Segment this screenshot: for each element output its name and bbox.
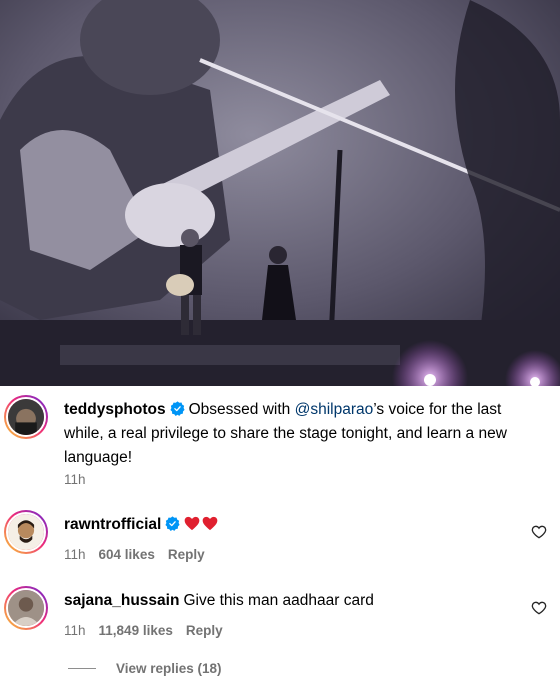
red-heart-emoji-icon [202, 516, 218, 531]
view-replies-button[interactable]: View replies (18) [68, 661, 222, 676]
comment-username[interactable]: rawntrofficial [64, 516, 161, 533]
caption-time: 11h [64, 472, 86, 487]
comment-time: 11h [64, 623, 86, 638]
comment-text: Give this man aadhaar card [183, 592, 374, 609]
comment-likes[interactable]: 11,849 likes [99, 622, 173, 640]
reply-button[interactable]: Reply [168, 546, 205, 564]
caption-text-before: Obsessed with [188, 401, 295, 418]
comment-username[interactable]: sajana_hussain [64, 592, 179, 609]
verified-badge-icon [165, 516, 180, 531]
avatar[interactable] [4, 395, 48, 439]
caption-username[interactable]: teddysphotos [64, 401, 166, 418]
red-heart-emoji-icon [184, 516, 200, 531]
like-heart-icon[interactable] [531, 600, 547, 616]
replies-divider-line [68, 668, 96, 669]
verified-badge-icon [170, 401, 185, 416]
view-replies-label: View replies (18) [116, 661, 222, 676]
avatar[interactable] [4, 510, 48, 554]
post-photo[interactable] [0, 0, 560, 386]
comment-time: 11h [64, 547, 86, 562]
reply-button[interactable]: Reply [186, 622, 223, 640]
comment-likes[interactable]: 604 likes [99, 546, 155, 564]
like-heart-icon[interactable] [531, 524, 547, 540]
caption-mention-link[interactable]: @shilparao [295, 401, 374, 418]
avatar[interactable] [4, 586, 48, 630]
